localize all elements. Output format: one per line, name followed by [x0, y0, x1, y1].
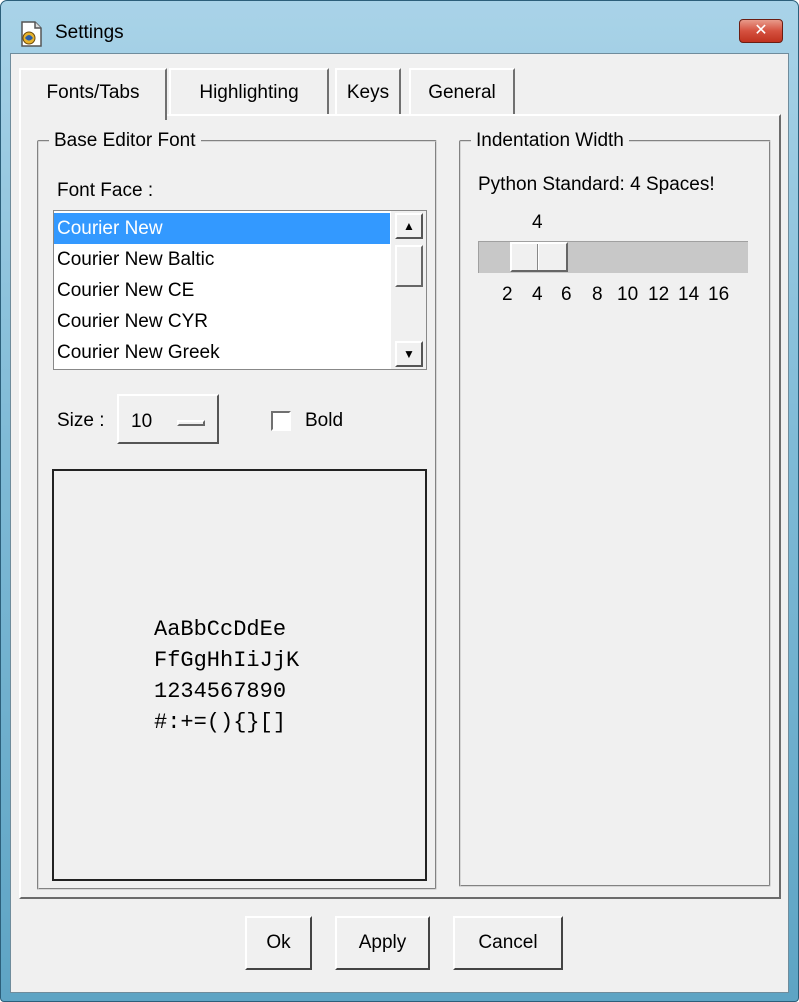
tab-fonts-tabs[interactable]: Fonts/Tabs — [19, 68, 167, 120]
list-item[interactable]: Courier New CYR — [54, 306, 390, 337]
preview-line: AaBbCcDdEe — [154, 617, 287, 642]
tab-label: Highlighting — [199, 82, 299, 103]
preview-line: 1234567890 — [154, 679, 287, 704]
indent-width-value: 4 — [532, 212, 543, 233]
tab-keys[interactable]: Keys — [335, 68, 401, 116]
font-face-listbox[interactable]: Courier New Courier New Baltic Courier N… — [53, 210, 427, 370]
tick-label: 4 — [532, 284, 543, 305]
tick-label: 12 — [648, 284, 670, 305]
tick-label: 14 — [678, 284, 700, 305]
menubutton-indicator-icon — [177, 420, 205, 426]
bold-label[interactable]: Bold — [305, 410, 343, 432]
scroll-up-button[interactable]: ▲ — [395, 213, 423, 239]
font-size-menubutton[interactable]: 10 — [117, 394, 219, 444]
bold-checkbox[interactable] — [271, 411, 291, 431]
list-item[interactable]: Courier New Baltic — [54, 244, 390, 275]
tick-label: 6 — [561, 284, 572, 305]
tab-highlighting[interactable]: Highlighting — [169, 68, 329, 116]
close-button[interactable]: ✕ — [739, 19, 783, 43]
window-title: Settings — [55, 22, 124, 43]
list-item[interactable]: Courier New CE — [54, 275, 390, 306]
list-item[interactable]: Courier New — [54, 213, 390, 244]
font-size-value: 10 — [131, 411, 153, 432]
font-sample-preview: AaBbCcDdEe FfGgHhIiJjK 1234567890 #:+=()… — [52, 469, 427, 881]
tick-label: 8 — [592, 284, 603, 305]
tick-label: 2 — [502, 284, 513, 305]
cancel-button[interactable]: Cancel — [453, 916, 563, 970]
list-item[interactable]: Courier New Greek — [54, 337, 390, 368]
preview-line: FfGgHhIiJjK — [154, 648, 300, 673]
font-face-label: Font Face : — [57, 180, 154, 201]
close-icon: ✕ — [754, 22, 768, 39]
cancel-button-label: Cancel — [478, 932, 538, 953]
tab-label: General — [428, 82, 496, 103]
arrow-up-icon: ▲ — [403, 219, 415, 233]
tab-general[interactable]: General — [409, 68, 515, 116]
size-label: Size : — [57, 410, 105, 431]
apply-button[interactable]: Apply — [335, 916, 430, 970]
python-standard-note: Python Standard: 4 Spaces! — [478, 174, 715, 195]
tick-label: 16 — [708, 284, 730, 305]
apply-button-label: Apply — [358, 932, 407, 953]
tick-label: 10 — [617, 284, 639, 305]
ok-button-label: Ok — [266, 932, 291, 953]
indentation-width-title: Indentation Width — [471, 130, 629, 152]
preview-line: #:+=(){}[] — [154, 710, 287, 735]
ok-button[interactable]: Ok — [245, 916, 312, 970]
listbox-scrollbar[interactable]: ▲ ▼ — [391, 211, 426, 369]
scroll-thumb[interactable] — [395, 245, 423, 287]
slider-grip — [537, 244, 539, 270]
tab-label: Fonts/Tabs — [46, 82, 140, 103]
arrow-down-icon: ▼ — [403, 347, 415, 361]
indent-width-slider-handle[interactable] — [510, 242, 568, 272]
base-editor-font-title: Base Editor Font — [49, 130, 201, 152]
idle-app-icon — [21, 21, 42, 47]
scroll-down-button[interactable]: ▼ — [395, 341, 423, 367]
title-bar[interactable]: Settings ✕ — [1, 1, 798, 53]
tab-label: Keys — [346, 82, 390, 103]
